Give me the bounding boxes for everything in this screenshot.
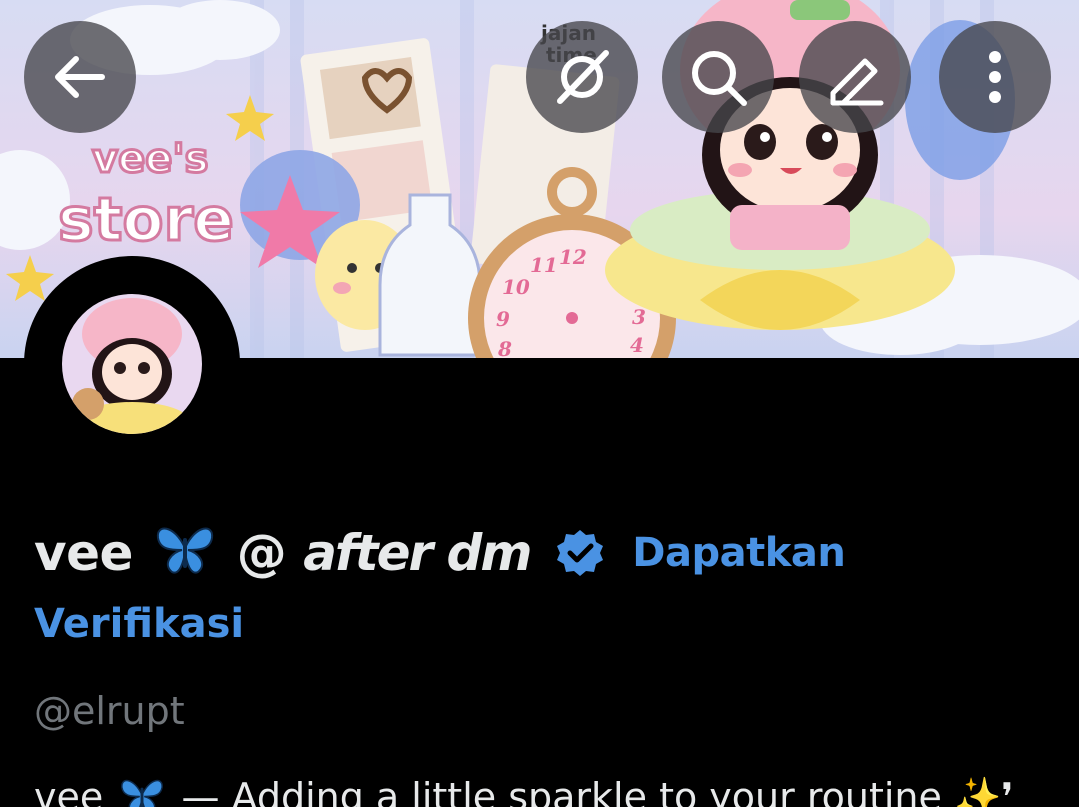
bio-text: — Adding a little sparkle to your routin…	[181, 775, 1014, 807]
verified-badge-icon[interactable]	[555, 525, 605, 597]
grok-button[interactable]	[526, 21, 638, 133]
display-name-prefix: vee	[34, 524, 133, 582]
svg-text:4: 4	[630, 333, 644, 357]
bio-prefix: vee	[34, 775, 104, 807]
display-name-at: @	[236, 524, 287, 582]
edit-button[interactable]	[799, 21, 911, 133]
banner-store-line1: vee's	[92, 136, 208, 182]
search-icon	[692, 51, 747, 106]
avatar-image	[62, 294, 202, 434]
svg-text:9: 9	[496, 307, 510, 331]
grok-icon	[557, 50, 609, 104]
bio-butterfly-icon	[119, 774, 165, 807]
display-name-italic: after dm	[303, 524, 532, 582]
profile-bio: vee — Adding a little sparkle to your ro…	[34, 772, 1074, 807]
svg-text:12: 12	[559, 245, 587, 269]
more-vertical-icon	[989, 51, 1001, 103]
arrow-left-icon	[55, 56, 105, 98]
get-verified-link[interactable]: Dapatkan	[632, 530, 846, 576]
display-name-row: vee @ after dm Dapatkan	[34, 517, 1064, 597]
banner-store-line2: store	[58, 185, 234, 255]
back-button[interactable]	[24, 21, 136, 133]
svg-text:11: 11	[530, 253, 558, 277]
edit-icon	[830, 58, 884, 106]
avatar[interactable]	[62, 294, 202, 434]
svg-text:10: 10	[502, 275, 530, 299]
search-button[interactable]	[662, 21, 774, 133]
svg-text:8: 8	[497, 337, 512, 358]
butterfly-icon	[154, 520, 216, 595]
more-button[interactable]	[939, 21, 1051, 133]
get-verified-link-cont[interactable]: Verifikasi	[34, 598, 244, 650]
svg-text:3: 3	[632, 305, 646, 329]
profile-handle: @elrupt	[34, 689, 185, 733]
